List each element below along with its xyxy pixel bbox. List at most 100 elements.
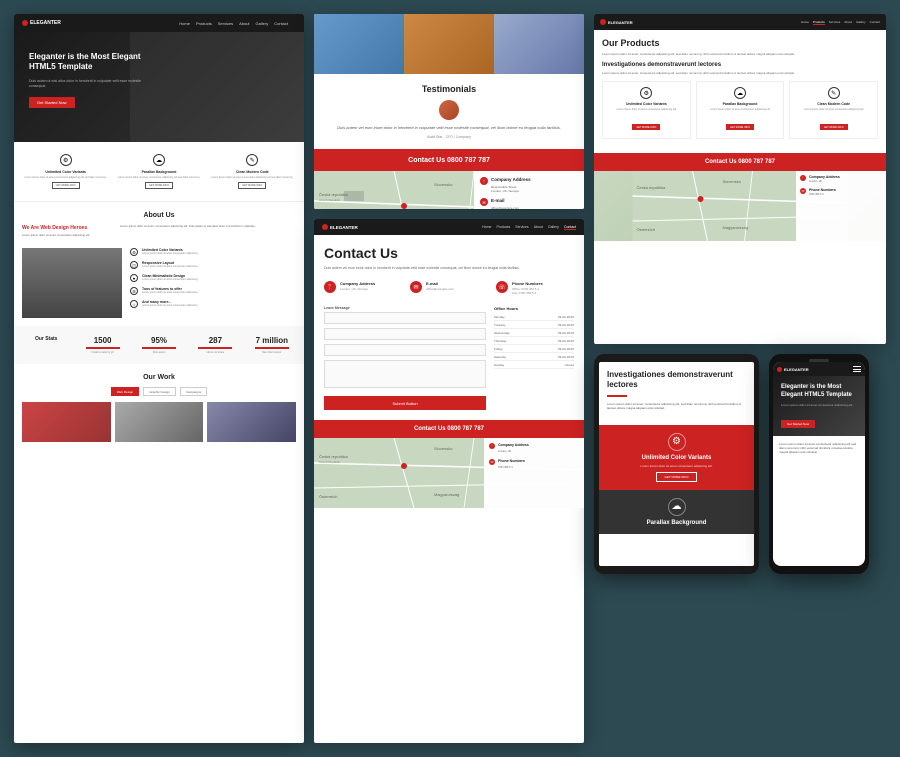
about-feat-4-text: Tons of features to offer Lorem ipsum do… bbox=[142, 287, 198, 294]
stat-4-bar bbox=[255, 347, 289, 349]
phone-hamburger-icon[interactable] bbox=[853, 366, 861, 372]
contact-nav-about[interactable]: About bbox=[534, 225, 543, 230]
nav-services[interactable]: Services bbox=[218, 21, 233, 26]
contact-address-icon: 📍 bbox=[324, 281, 336, 293]
products-title: Our Products bbox=[602, 38, 878, 48]
stat-2: 95% Duis autem bbox=[135, 336, 183, 354]
person-image bbox=[22, 248, 122, 318]
feature-2-btn[interactable]: GET MORE INFO bbox=[145, 182, 173, 189]
hero-cta-button[interactable]: Get Started Now bbox=[29, 97, 75, 108]
right-map: Česká republika Slovensko Österreich Mag… bbox=[594, 171, 886, 241]
right-bottom-devices: Investigationes demonstraverunt lectores… bbox=[594, 354, 886, 743]
tablet-red-section: ⚙ Unlimited Color Variants Lorem ipsum d… bbox=[599, 425, 754, 490]
pnav-home[interactable]: Home bbox=[801, 20, 809, 25]
logo-icon bbox=[22, 20, 28, 26]
hours-time-4: 09:00-18:00 bbox=[558, 339, 574, 343]
about-feat-1-icon: ⚙ bbox=[130, 248, 138, 256]
nav-gallery[interactable]: Gallery bbox=[256, 21, 269, 26]
phone-body-text: Lorem ipsum dolor sit amet consectetur a… bbox=[779, 442, 859, 455]
contact-form-left: Leave Message Submit Button bbox=[324, 306, 486, 411]
feature-3-btn[interactable]: GET MORE INFO bbox=[238, 182, 266, 189]
prod-feat-3-btn[interactable]: GET MORE INFO bbox=[820, 124, 848, 130]
products-nav-items: Home Products Services About Gallery Con… bbox=[801, 20, 880, 25]
tablet-shell: Investigationes demonstraverunt lectores… bbox=[594, 354, 759, 574]
prod-feat-2-btn[interactable]: GET MORE INFO bbox=[726, 124, 754, 130]
prod-feat-1-btn[interactable]: GET MORE INFO bbox=[632, 124, 660, 130]
right-map-loc-icon: 📍 bbox=[800, 175, 806, 181]
about-feat-3: ♥ Clean Minimalistic Design Lorem ipsum … bbox=[130, 274, 296, 282]
feature-2-text: Lorem ipsum dolor sit amet consectetur a… bbox=[115, 176, 202, 179]
contact-nav-gallery[interactable]: Gallery bbox=[548, 225, 559, 230]
contact-page-preview: ELEGANTER Home Products Services About G… bbox=[314, 219, 584, 743]
form-email-input[interactable] bbox=[324, 328, 486, 340]
mid-img-3 bbox=[494, 14, 584, 74]
stat-1-label: Folders made by p3 bbox=[78, 351, 126, 354]
hero-subtitle: Duis aolam ut wisi alios dolor in hendre… bbox=[29, 79, 149, 89]
pnav-contact[interactable]: Contact bbox=[870, 20, 880, 25]
mid-contact-bar-text: Contact Us 0800 787 787 bbox=[408, 157, 490, 164]
contact-nav-services[interactable]: Services bbox=[515, 225, 528, 230]
contact-map-phone: ☏ Phone Numbers 0700 454 5 4 bbox=[489, 459, 579, 470]
prod-feat-3: ✎ Clean Modern Code Lorem ipsum dolor si… bbox=[789, 81, 878, 138]
map-company-addr: Responsible StreetLondon, UK / Europe bbox=[491, 185, 531, 193]
form-submit-button[interactable]: Submit Button bbox=[324, 396, 486, 410]
hours-day-3: Wednesday bbox=[494, 331, 510, 335]
products-section: Our Products Lorem ipsum dolor sit amet,… bbox=[594, 30, 886, 153]
contact-nav-home[interactable]: Home bbox=[482, 225, 491, 230]
testimonial-author: Audit Star - CFO / Company bbox=[324, 135, 574, 139]
nav-contact[interactable]: Contact bbox=[274, 21, 288, 26]
tablet-red-btn[interactable]: GET MORE INFO bbox=[656, 472, 698, 482]
contact-email-icon: ✉ bbox=[410, 281, 422, 293]
svg-text:Slovensko: Slovensko bbox=[434, 446, 453, 451]
pnav-products[interactable]: Products bbox=[813, 20, 825, 25]
contact-info-row: 📍 Company Address London, UK / Europe ✉ … bbox=[324, 281, 574, 295]
contact-map-overlay: 📍 Company Address London, UK ☏ Phone Num… bbox=[484, 438, 584, 508]
phone-device: ELEGANTER Eleganter is the Most Elegant … bbox=[769, 354, 869, 743]
nav-products[interactable]: Products bbox=[196, 21, 212, 26]
contact-nav-items: Home Products Services About Gallery Con… bbox=[482, 225, 576, 230]
stat-3-bar bbox=[198, 347, 232, 349]
phone-logo: ELEGANTER bbox=[777, 367, 809, 372]
feature-1-icon: ⚙ bbox=[60, 154, 72, 166]
contact-col-email: ✉ E-mail office@example.com bbox=[410, 281, 488, 295]
contact-address-text: Company Address London, UK / Europe bbox=[340, 281, 375, 291]
testimonials-title: Testimonials bbox=[324, 84, 574, 94]
contact-email-text: E-mail office@example.com bbox=[426, 281, 454, 291]
about-feat-5-icon: ☆ bbox=[130, 300, 138, 308]
phone-cta-button[interactable]: Get Started Now bbox=[781, 420, 815, 428]
site-logo: ELEGANTER bbox=[22, 20, 61, 26]
hours-day-1: Monday bbox=[494, 315, 505, 319]
phone-screen: ELEGANTER Eleganter is the Most Elegant … bbox=[773, 362, 865, 566]
hours-day-7: Sunday bbox=[494, 363, 504, 367]
about-feat-3-text: Clean Minimalistic Design Lorem ipsum do… bbox=[142, 274, 198, 281]
contact-nav-products[interactable]: Products bbox=[496, 225, 510, 230]
contact-page-bar-text: Contact Us 0800 787 787 bbox=[414, 426, 484, 432]
form-subject-input[interactable] bbox=[324, 344, 486, 356]
products-desc: Lorem ipsum dolor sit amet, consectetur … bbox=[602, 52, 878, 56]
nav-about[interactable]: About bbox=[239, 21, 249, 26]
contact-page-map: Česká republika Czech Republic Slovensko… bbox=[314, 438, 584, 508]
right-map-phone-text: Phone Numbers 0700 454 5 4 bbox=[809, 188, 836, 196]
pnav-about[interactable]: About bbox=[844, 20, 852, 25]
stat-1: 1500 Folders made by p3 bbox=[78, 336, 126, 354]
contact-col-address: 📍 Company Address London, UK / Europe bbox=[324, 281, 402, 295]
contact-nav-contact[interactable]: Contact bbox=[564, 225, 576, 230]
nav-home[interactable]: Home bbox=[179, 21, 190, 26]
work-tab-graphic[interactable]: Graphic Design bbox=[143, 387, 176, 396]
pnav-gallery[interactable]: Gallery bbox=[856, 20, 866, 25]
testimonial-avatar bbox=[439, 100, 459, 120]
contact-form-right: Office Hours Monday 09:00-18:00 Tuesday … bbox=[494, 306, 574, 411]
work-tab-webdesign[interactable]: Web Design bbox=[111, 387, 139, 396]
prod-feat-2: ☁ Parallax Background Lorem ipsum dolor … bbox=[696, 81, 785, 138]
hamburger-line-3 bbox=[853, 371, 861, 372]
right-map-overlay: 📍 Company Address London, UK ☏ Phone Num… bbox=[796, 171, 886, 241]
form-message-textarea[interactable] bbox=[324, 360, 486, 388]
pnav-services[interactable]: Services bbox=[829, 20, 841, 25]
right-map-phone-title: Phone Numbers bbox=[809, 188, 836, 192]
hours-friday: Friday 09:00-18:00 bbox=[494, 347, 574, 353]
work-tabs: Web Design Graphic Design Campaigns bbox=[22, 387, 296, 396]
about-image-section: ⚙ Unlimited Color Variants Lorem ipsum d… bbox=[14, 248, 304, 326]
form-name-input[interactable] bbox=[324, 312, 486, 324]
work-tab-campaigns[interactable]: Campaigns bbox=[180, 387, 207, 396]
feature-1-btn[interactable]: GET MORE INFO bbox=[52, 182, 80, 189]
